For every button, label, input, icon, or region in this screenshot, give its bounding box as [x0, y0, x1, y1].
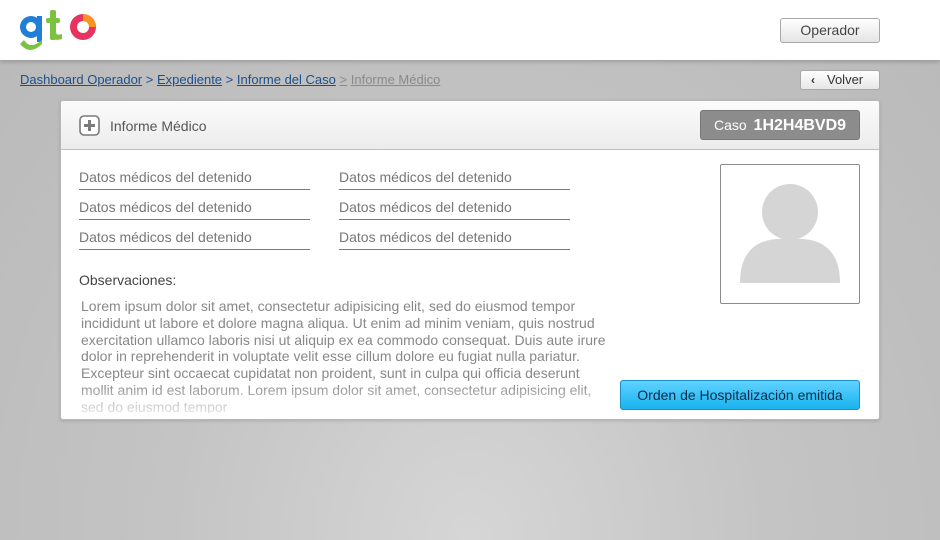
medical-data-field[interactable]: Datos médicos del detenido — [79, 224, 310, 250]
operador-button[interactable]: Operador — [780, 18, 880, 43]
breadcrumb: Dashboard Operador > Expediente > Inform… — [20, 72, 440, 87]
plus-icon[interactable] — [79, 115, 100, 136]
medical-data-field[interactable]: Datos médicos del detenido — [79, 164, 310, 190]
breadcrumb-current: Informe Médico — [350, 72, 441, 87]
breadcrumb-informe-del-caso[interactable]: Informe del Caso — [237, 72, 336, 87]
volver-label: Volver — [827, 72, 864, 87]
medical-report-panel: Informe Médico Caso 1H2H4BVD9 Datos médi… — [60, 100, 880, 420]
chevron-left-icon: ‹ — [811, 73, 815, 87]
panel-title: Informe Médico — [110, 118, 207, 134]
case-prefix: Caso — [713, 117, 747, 133]
volver-button[interactable]: ‹ Volver — [800, 70, 880, 90]
breadcrumb-dashboard-operador[interactable]: Dashboard Operador — [20, 72, 142, 87]
medical-data-field[interactable]: Datos médicos del detenido — [339, 194, 570, 220]
case-badge: Caso 1H2H4BVD9 — [700, 110, 860, 140]
user-avatar-placeholder-icon — [740, 184, 840, 283]
breadcrumb-expediente[interactable]: Expediente — [157, 72, 222, 87]
hospitalization-order-button[interactable]: Orden de Hospitalización emitida — [620, 380, 860, 410]
top-bar: Operador — [0, 0, 940, 60]
observaciones-label: Observaciones: — [79, 272, 177, 288]
medical-data-field[interactable]: Datos médicos del detenido — [79, 194, 310, 220]
detainee-photo — [720, 164, 860, 304]
panel-header: Informe Médico Caso 1H2H4BVD9 — [61, 101, 879, 150]
medical-data-field[interactable]: Datos médicos del detenido — [339, 224, 570, 250]
breadcrumb-separator: > — [145, 72, 154, 87]
breadcrumb-separator: > — [225, 72, 234, 87]
case-number: 1H2H4BVD9 — [753, 117, 847, 134]
medical-data-field[interactable]: Datos médicos del detenido — [339, 164, 570, 190]
observaciones-fade — [81, 383, 621, 419]
breadcrumb-separator: > — [339, 72, 348, 87]
gto-logo[interactable] — [18, 8, 102, 56]
